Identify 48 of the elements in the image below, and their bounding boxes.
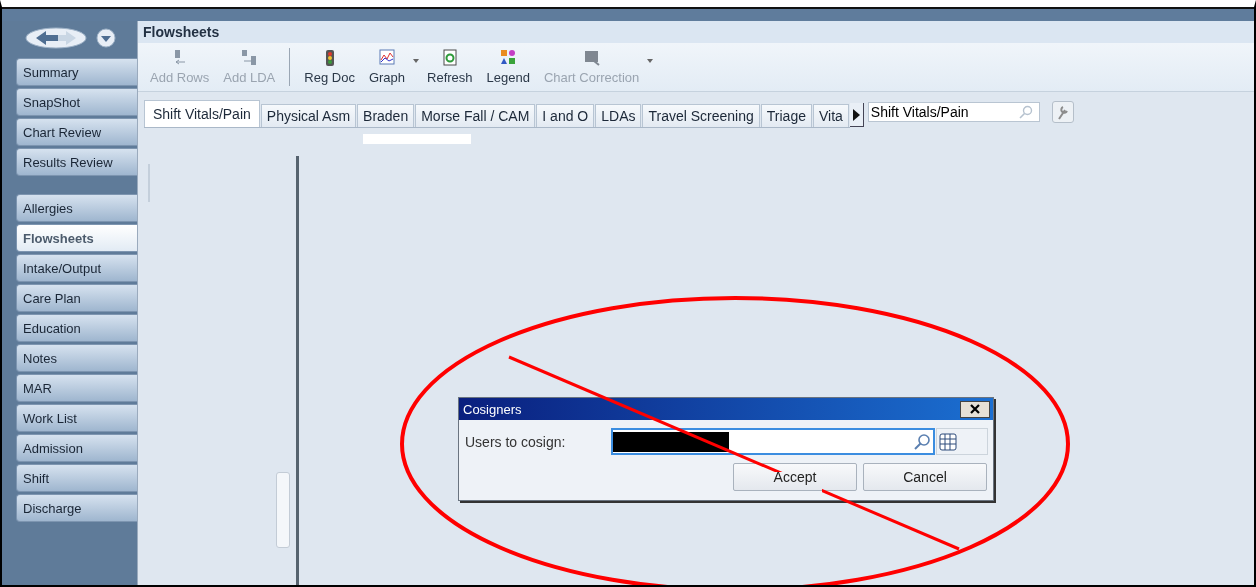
blocks-icon [241, 49, 258, 67]
tab[interactable]: Physical Asm [260, 104, 357, 127]
sidebar-item[interactable]: Notes [16, 344, 137, 372]
tab[interactable]: Shift Vitals/Pain [144, 100, 260, 127]
tab[interactable]: Triage [760, 104, 812, 127]
sidebar-item[interactable]: Chart Review [16, 118, 137, 146]
sidebar-item[interactable]: Summary [16, 58, 137, 86]
toolbar-button[interactable]: Graph [362, 47, 411, 87]
search-icon [1018, 105, 1033, 119]
sidebar-item[interactable]: Allergies [16, 194, 137, 222]
tab[interactable]: I and O [536, 104, 595, 127]
activity-title: Flowsheets [138, 21, 1254, 43]
sidebar-item[interactable]: Flowsheets [16, 224, 137, 252]
sidebar-item[interactable]: Work List [16, 404, 137, 432]
sidebar-item[interactable]: SnapShot [16, 88, 137, 116]
toolbar-button[interactable]: Reg Doc [298, 47, 361, 87]
dialog-title: Cosigners [463, 401, 522, 417]
caret-icon[interactable] [413, 59, 419, 63]
wrench-icon[interactable] [1051, 101, 1074, 123]
tab[interactable]: Braden [357, 104, 415, 127]
sidebar-item[interactable]: MAR [16, 374, 137, 402]
toolbar-button[interactable]: Refresh [421, 47, 479, 87]
grid-icon[interactable] [936, 428, 988, 455]
dialog-button[interactable]: Cancel [863, 463, 987, 491]
shapes-icon [500, 49, 517, 67]
input-field[interactable] [611, 428, 935, 455]
tab[interactable]: Vita [812, 104, 849, 127]
scrollbar-thumb[interactable] [276, 472, 290, 548]
field-label: Users to cosign: [465, 433, 567, 450]
tab[interactable]: LDAs [595, 104, 642, 127]
sidebar-item[interactable]: Shift [16, 464, 137, 492]
scroll-right-icon[interactable] [849, 103, 864, 127]
tab[interactable]: Morse Fall / CAM [415, 104, 536, 127]
sidebar-item[interactable]: Discharge [16, 494, 137, 522]
sidebar-item[interactable]: Admission [16, 434, 137, 462]
toolbar-button[interactable]: Legend [480, 47, 536, 87]
monitor-icon [583, 49, 600, 67]
tab[interactable]: Travel Screening [642, 104, 760, 127]
dialog-button[interactable]: Accept [733, 463, 857, 491]
sidebar-item[interactable]: Education [16, 314, 137, 342]
sidebar-item[interactable]: Intake/Output [16, 254, 137, 282]
refresh-icon [441, 49, 458, 67]
search-field[interactable]: Shift Vitals/Pain [867, 102, 1040, 122]
search-icon[interactable] [913, 432, 931, 451]
close-icon[interactable] [960, 400, 990, 418]
sidebar-item[interactable]: Care Plan [16, 284, 137, 312]
line-chart-icon [378, 49, 395, 67]
sidebar-item[interactable]: Results Review [16, 148, 137, 176]
